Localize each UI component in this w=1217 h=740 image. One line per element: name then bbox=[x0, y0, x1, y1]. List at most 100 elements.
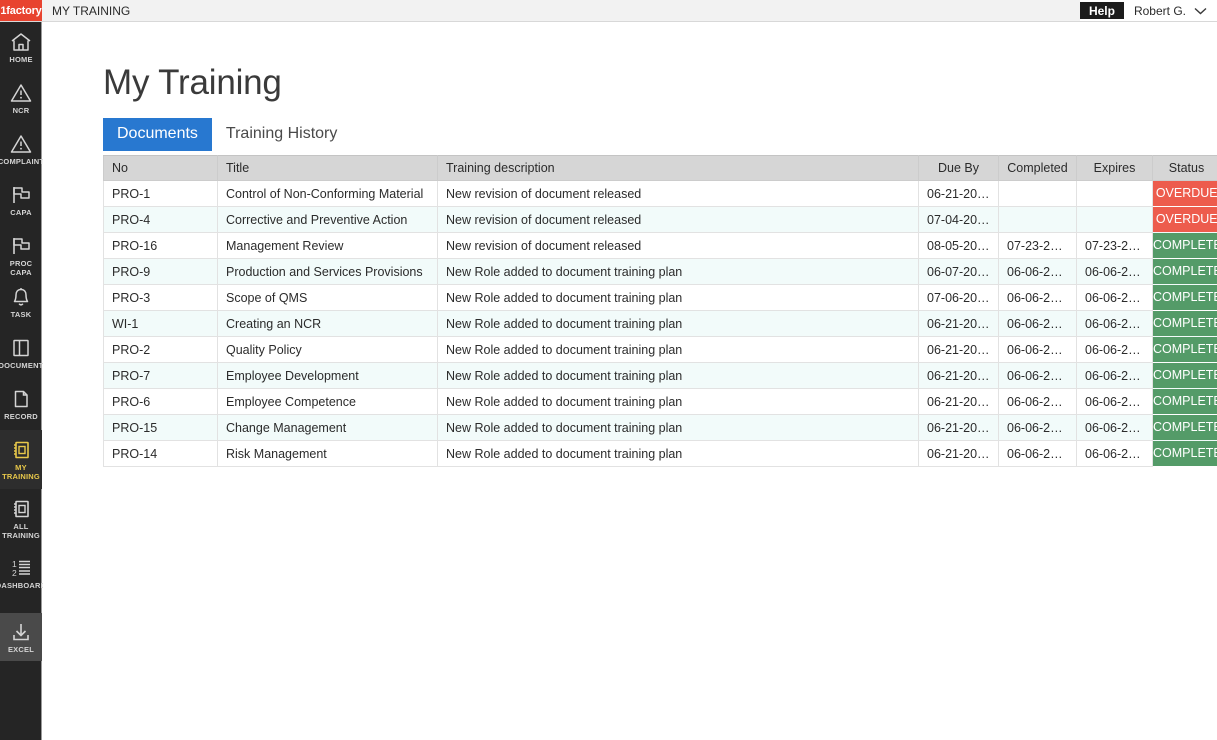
training-no-cell: PRO-14 bbox=[103, 440, 218, 467]
training-table: No Title Training description Due By Com… bbox=[103, 155, 1217, 467]
due-by-cell: 06-21-2024 bbox=[918, 310, 999, 337]
table-row[interactable]: PRO-16 Management Review New revision of d… bbox=[103, 232, 1217, 259]
status-badge: OVERDUE bbox=[1153, 206, 1217, 233]
sidebar-item-proc-capa[interactable]: PROC CAPA bbox=[0, 226, 42, 277]
sidebar-item-my-training[interactable]: MY TRAINING bbox=[0, 430, 42, 489]
table-row[interactable]: PRO-14 Risk Management New Role added to d… bbox=[103, 440, 1217, 467]
sidebar-item-all-training[interactable]: ALL TRAINING bbox=[0, 489, 42, 548]
training-book-icon bbox=[10, 498, 32, 520]
training-no-cell: PRO-15 bbox=[103, 414, 218, 441]
training-no-cell: PRO-9 bbox=[103, 258, 218, 285]
table-row[interactable]: PRO-7 Employee Development New Role added … bbox=[103, 362, 1217, 389]
table-row[interactable]: PRO-4 Corrective and Preventive Action New… bbox=[103, 206, 1217, 233]
top-bar-right: Help Robert G. bbox=[1079, 0, 1217, 21]
tab-bar: Documents Training History bbox=[103, 118, 351, 151]
status-badge: COMPLETE bbox=[1153, 414, 1217, 441]
due-by-cell: 07-06-2024 bbox=[918, 284, 999, 311]
sidebar-item-document[interactable]: DOCUMENT bbox=[0, 328, 44, 379]
due-by-cell: 06-21-2024 bbox=[918, 414, 999, 441]
export-excel-button[interactable]: EXCEL bbox=[0, 613, 42, 661]
table-row[interactable]: PRO-2 Quality Policy New Role added to doc… bbox=[103, 336, 1217, 363]
home-icon bbox=[10, 31, 32, 53]
status-badge: OVERDUE bbox=[1153, 181, 1217, 207]
sidebar-label: MY TRAINING bbox=[2, 463, 40, 481]
expires-cell bbox=[1076, 206, 1153, 233]
sidebar-label: DOCUMENT bbox=[0, 361, 44, 370]
training-no-cell: PRO-6 bbox=[103, 388, 218, 415]
training-description-cell: New Role added to document training plan bbox=[437, 388, 919, 415]
top-bar: 1factory MY TRAINING Help Robert G. bbox=[0, 0, 1217, 22]
status-badge: COMPLETE bbox=[1153, 440, 1217, 467]
sidebar-label: COMPLAINT bbox=[0, 157, 45, 166]
sidebar-label: ALL TRAINING bbox=[2, 522, 40, 540]
due-by-cell: 08-05-2024 bbox=[918, 232, 999, 259]
sidebar-label: HOME bbox=[9, 55, 33, 64]
status-cell: OVERDUE bbox=[1152, 180, 1217, 207]
page-title: My Training bbox=[103, 63, 282, 102]
table-row[interactable]: PRO-15 Change Management New Role added to… bbox=[103, 414, 1217, 441]
column-header-expires[interactable]: Expires bbox=[1076, 155, 1153, 181]
expires-cell: 06-06-2025 bbox=[1076, 258, 1153, 285]
status-cell: COMPLETE bbox=[1152, 388, 1217, 415]
status-cell: COMPLETE bbox=[1152, 258, 1217, 285]
table-row[interactable]: PRO-6 Employee Competence New Role added t… bbox=[103, 388, 1217, 415]
sidebar-item-record[interactable]: RECORD bbox=[0, 379, 42, 430]
page-icon bbox=[10, 388, 32, 410]
due-by-cell: 06-21-2024 bbox=[918, 336, 999, 363]
column-header-due-by[interactable]: Due By bbox=[918, 155, 999, 181]
training-title-cell: Scope of QMS bbox=[217, 284, 438, 311]
book-icon bbox=[10, 337, 32, 359]
training-title-cell: Employee Development bbox=[217, 362, 438, 389]
help-button[interactable]: Help bbox=[1079, 2, 1124, 19]
tab-training-history[interactable]: Training History bbox=[212, 118, 351, 151]
sidebar-item-capa[interactable]: CAPA bbox=[0, 175, 42, 226]
training-title-cell: Management Review bbox=[217, 232, 438, 259]
column-header-completed[interactable]: Completed bbox=[998, 155, 1077, 181]
completed-cell: 06-06-2024 bbox=[998, 336, 1077, 363]
sidebar-item-home[interactable]: HOME bbox=[0, 22, 42, 73]
table-header: No Title Training description Due By Com… bbox=[103, 155, 1217, 181]
due-by-cell: 06-07-2024 bbox=[918, 258, 999, 285]
training-title-cell: Production and Services Provisions bbox=[217, 258, 438, 285]
sidebar-item-dashboard[interactable]: 12 DASHBOARD bbox=[0, 548, 46, 599]
training-no-cell: WI-1 bbox=[103, 310, 218, 337]
table-row[interactable]: PRO-1 Control of Non-Conforming Material N… bbox=[103, 180, 1217, 207]
column-header-description[interactable]: Training description bbox=[437, 155, 919, 181]
chevron-down-icon[interactable] bbox=[1194, 0, 1217, 21]
status-badge: COMPLETE bbox=[1153, 362, 1217, 389]
status-cell: OVERDUE bbox=[1152, 206, 1217, 233]
completed-cell: 06-06-2024 bbox=[998, 258, 1077, 285]
numbered-list-icon: 12 bbox=[10, 557, 32, 579]
expires-cell: 06-06-2025 bbox=[1076, 284, 1153, 311]
sidebar-item-ncr[interactable]: NCR bbox=[0, 73, 42, 124]
training-book-icon bbox=[10, 439, 32, 461]
table-row[interactable]: WI-1 Creating an NCR New Role added to doc… bbox=[103, 310, 1217, 337]
status-cell: COMPLETE bbox=[1152, 336, 1217, 363]
expires-cell: 07-23-2025 bbox=[1076, 232, 1153, 259]
expires-cell bbox=[1076, 180, 1153, 207]
sidebar-label: CAPA bbox=[10, 208, 32, 217]
column-header-title[interactable]: Title bbox=[217, 155, 438, 181]
completed-cell: 06-06-2024 bbox=[998, 414, 1077, 441]
training-no-cell: PRO-16 bbox=[103, 232, 218, 259]
training-description-cell: New revision of document released bbox=[437, 206, 919, 233]
training-title-cell: Control of Non-Conforming Material bbox=[217, 180, 438, 207]
status-badge: COMPLETE bbox=[1153, 284, 1217, 311]
status-cell: COMPLETE bbox=[1152, 310, 1217, 337]
column-header-status[interactable]: Status bbox=[1152, 155, 1217, 181]
sidebar-label: PROC CAPA bbox=[9, 259, 33, 277]
tab-documents[interactable]: Documents bbox=[103, 118, 212, 151]
table-row[interactable]: PRO-9 Production and Services Provisions N… bbox=[103, 258, 1217, 285]
training-no-cell: PRO-2 bbox=[103, 336, 218, 363]
expires-cell: 06-06-2025 bbox=[1076, 388, 1153, 415]
training-title-cell: Risk Management bbox=[217, 440, 438, 467]
expires-cell: 06-06-2025 bbox=[1076, 336, 1153, 363]
app-logo[interactable]: 1factory bbox=[0, 0, 42, 21]
download-icon bbox=[10, 621, 32, 643]
status-cell: COMPLETE bbox=[1152, 284, 1217, 311]
sidebar-item-complaint[interactable]: COMPLAINT bbox=[0, 124, 45, 175]
sidebar-item-task[interactable]: TASK bbox=[0, 277, 42, 328]
expires-cell: 06-06-2025 bbox=[1076, 362, 1153, 389]
column-header-no[interactable]: No bbox=[103, 155, 218, 181]
table-row[interactable]: PRO-3 Scope of QMS New Role added to docum… bbox=[103, 284, 1217, 311]
